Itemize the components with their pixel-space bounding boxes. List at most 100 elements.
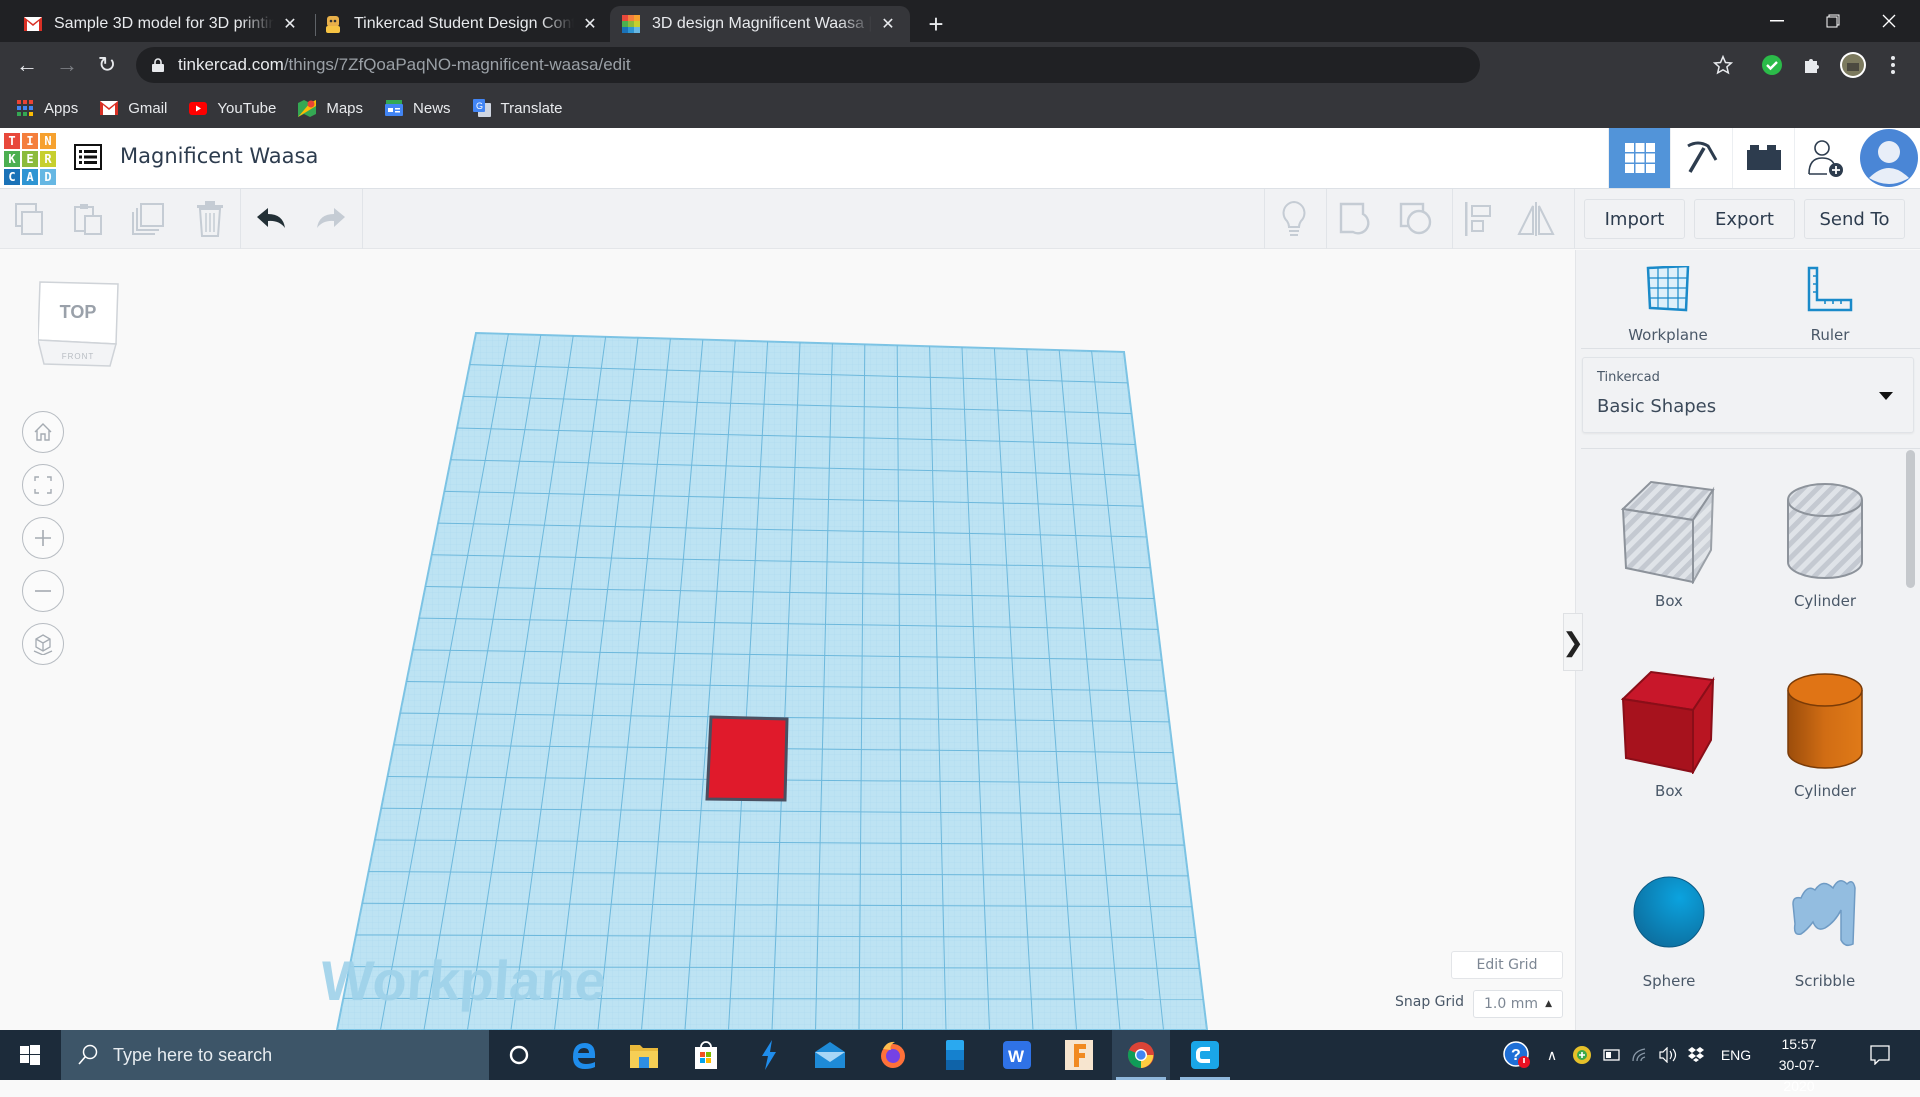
chrome-menu-icon[interactable] [1878, 50, 1908, 80]
taskbar-search[interactable]: Type here to search [61, 1030, 489, 1080]
cortana-circle-icon [509, 1045, 529, 1065]
shape-box-hole[interactable]: Box [1604, 472, 1734, 610]
invite-user-icon [1807, 140, 1843, 177]
chrome-app[interactable] [1112, 1030, 1170, 1080]
bookmark-star-icon[interactable] [1708, 50, 1738, 80]
tinkercad-logo[interactable]: T I N K E R C A D [3, 132, 57, 186]
delete-button[interactable] [190, 199, 230, 239]
mirror-button[interactable] [1516, 199, 1556, 239]
shape-cylinder-hole[interactable]: Cylinder [1760, 472, 1890, 610]
bookmark-gmail[interactable]: Gmail [100, 99, 167, 117]
profile-avatar[interactable] [1838, 50, 1868, 80]
ortho-cube-icon [33, 634, 53, 655]
shapes-scrollbar[interactable] [1906, 450, 1915, 588]
dropbox-icon[interactable] [1682, 1030, 1710, 1080]
design-canvas[interactable]: Workplane TOP FRONT [0, 250, 1574, 1030]
shape-library-dropdown[interactable]: Tinkercad Basic Shapes [1582, 357, 1914, 433]
close-tab-icon[interactable]: ✕ [878, 14, 898, 34]
close-tab-icon[interactable]: ✕ [580, 14, 600, 34]
show-hidden-icons-button[interactable]: ∧ [1538, 1030, 1566, 1080]
start-button[interactable] [0, 1030, 60, 1080]
extensions-puzzle-icon[interactable] [1797, 50, 1827, 80]
design-title[interactable]: Magnificent Waasa [120, 144, 318, 168]
phone-app[interactable] [926, 1030, 984, 1080]
align-icon [1465, 202, 1491, 236]
bricks-button[interactable] [1732, 128, 1794, 188]
ruler-tool[interactable]: Ruler [1770, 264, 1890, 344]
wifi-icon[interactable] [1626, 1030, 1654, 1080]
bookmark-youtube[interactable]: YouTube [189, 99, 276, 117]
edge-app[interactable] [555, 1030, 613, 1080]
codeblocks-button[interactable] [1670, 128, 1732, 188]
red-box-object[interactable] [705, 715, 789, 802]
restore-button[interactable] [1810, 0, 1856, 42]
shape-sphere[interactable]: Sphere [1604, 852, 1734, 990]
copy-button[interactable] [10, 199, 50, 239]
paste-button[interactable] [68, 199, 108, 239]
volume-icon[interactable] [1654, 1030, 1682, 1080]
language-indicator[interactable]: ENG [1714, 1030, 1758, 1080]
help-notification-icon[interactable]: ? [1500, 1030, 1534, 1080]
shape-box[interactable]: Box [1604, 662, 1734, 800]
new-tab-button[interactable]: + [922, 6, 950, 42]
3d-design-view-button[interactable] [1608, 128, 1670, 188]
shape-scribble[interactable]: Scribble [1760, 852, 1890, 990]
bookmark-apps[interactable]: Apps [16, 99, 78, 117]
file-explorer-app[interactable] [615, 1030, 673, 1080]
cura-app[interactable] [1176, 1030, 1234, 1080]
browser-tab-active[interactable]: 3D design Magnificent Waasa | Ti ✕ [610, 6, 910, 42]
address-bar[interactable]: tinkercad.com/things/7ZfQoaPaqNO-magnifi… [136, 47, 1480, 83]
duplicate-button[interactable] [128, 199, 168, 239]
export-button[interactable]: Export [1694, 199, 1795, 239]
close-window-button[interactable] [1866, 0, 1912, 42]
import-button[interactable]: Import [1584, 199, 1685, 239]
reload-button[interactable]: ↻ [92, 50, 122, 80]
firefox-app[interactable] [864, 1030, 922, 1080]
workplane-grid[interactable] [335, 331, 1209, 1030]
design-list-icon[interactable] [74, 144, 102, 170]
collapse-panel-button[interactable]: ❯ [1562, 613, 1584, 671]
back-button[interactable]: ← [12, 50, 42, 80]
align-button[interactable] [1458, 199, 1498, 239]
group-button[interactable] [1336, 199, 1376, 239]
store-app[interactable] [677, 1030, 735, 1080]
battery-icon[interactable] [1598, 1030, 1626, 1080]
cortana-button[interactable] [490, 1030, 548, 1080]
fit-view-button[interactable] [22, 464, 64, 506]
send-to-button[interactable]: Send To [1804, 199, 1905, 239]
edit-grid-button[interactable]: Edit Grid [1451, 951, 1563, 979]
redo-button[interactable] [310, 199, 350, 239]
snap-grid-select[interactable]: 1.0 mm ▲ [1473, 990, 1563, 1018]
view-cube[interactable]: TOP FRONT [37, 280, 119, 367]
close-tab-icon[interactable]: ✕ [280, 14, 300, 34]
bookmark-maps[interactable]: Maps [298, 99, 363, 117]
zoom-in-button[interactable] [22, 517, 64, 559]
undo-button[interactable] [252, 199, 292, 239]
mail-app[interactable] [801, 1030, 859, 1080]
wps-writer-app[interactable]: W [988, 1030, 1046, 1080]
system-clock[interactable]: 15:57 30-07-2020 [1764, 1034, 1834, 1097]
bookmark-news[interactable]: News [385, 99, 451, 117]
home-view-button[interactable] [22, 411, 64, 453]
zoom-out-button[interactable] [22, 570, 64, 612]
toggle-notes-button[interactable] [1274, 199, 1314, 239]
ungroup-button[interactable] [1396, 199, 1436, 239]
shape-cylinder[interactable]: Cylinder [1760, 662, 1890, 800]
browser-tab[interactable]: Tinkercad Student Design Contes ✕ [312, 6, 612, 42]
extension-check-icon[interactable] [1757, 50, 1787, 80]
action-center-button[interactable] [1862, 1030, 1898, 1080]
invite-user-button[interactable] [1794, 128, 1856, 188]
workplane-tool[interactable]: Workplane [1608, 264, 1728, 344]
user-avatar[interactable] [1858, 128, 1920, 188]
perspective-toggle-button[interactable] [22, 623, 64, 665]
minimize-button[interactable] [1754, 0, 1800, 42]
search-icon [78, 1044, 98, 1065]
power-automate-app[interactable] [740, 1030, 798, 1080]
workplane-3d-view[interactable]: Workplane [0, 250, 1574, 1030]
browser-tab[interactable]: Sample 3D model for 3D printing ✕ [12, 6, 312, 42]
security-app-tray-icon[interactable] [1568, 1030, 1596, 1080]
forward-button[interactable]: → [52, 50, 82, 80]
fusion360-app[interactable] [1050, 1030, 1108, 1080]
bookmark-translate[interactable]: G Translate [472, 99, 563, 117]
svg-text:W: W [1008, 1047, 1025, 1066]
